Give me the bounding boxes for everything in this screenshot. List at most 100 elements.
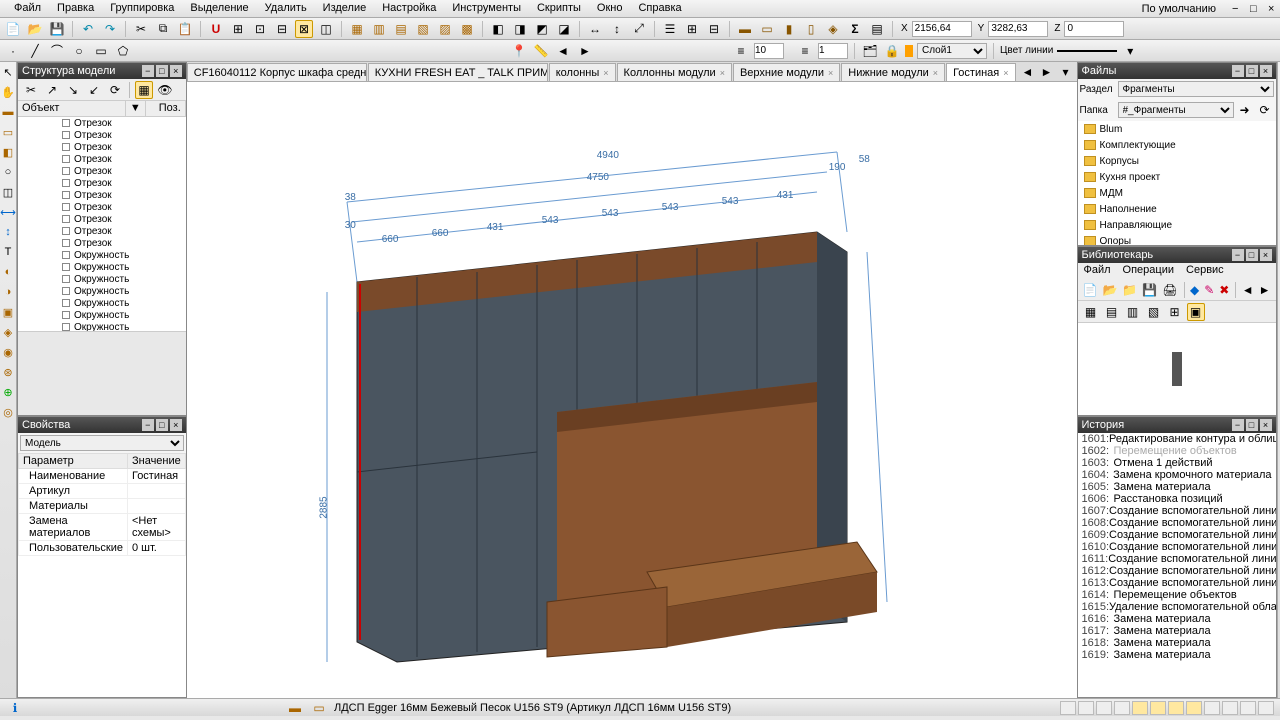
tree-item[interactable]: Отрезок [18,129,186,141]
tab-close-icon[interactable]: × [828,68,833,78]
mat3-icon[interactable]: ▮ [780,20,798,38]
menu-window[interactable]: Окно [589,0,631,17]
hw8-icon[interactable]: ◎ [0,404,16,420]
snap4-icon[interactable]: ⊠ [295,20,313,38]
history-item[interactable]: 1619:Замена материала [1078,649,1276,661]
file-folder[interactable]: Кухня проект [1078,169,1276,185]
sb8-icon[interactable] [1186,701,1202,715]
arc-icon[interactable]: ⌒ [48,42,66,60]
files-go-icon[interactable]: ➜ [1236,101,1254,119]
file-folder[interactable]: Направляющие [1078,217,1276,233]
file-folder[interactable]: Наполнение [1078,201,1276,217]
linecount-input[interactable] [818,43,848,59]
lib-v2-icon[interactable]: ▤ [1103,303,1121,321]
sb2-icon[interactable] [1078,701,1094,715]
open-icon[interactable]: 📂 [26,20,44,38]
snap5-icon[interactable]: ◫ [317,20,335,38]
coord-x-input[interactable] [912,21,972,37]
history-list[interactable]: 1601:Редактирование контура и облицовки … [1078,433,1276,697]
document-tab[interactable]: CF16040112 Корпус шкафа среднего 1600× [187,63,367,81]
hw1-icon[interactable]: ◐ [0,264,16,280]
history-item[interactable]: 1603:Отмена 1 действий [1078,457,1276,469]
menu-tools[interactable]: Инструменты [444,0,529,17]
history-item[interactable]: 1615:Удаление вспомогательной области [1078,601,1276,613]
history-item[interactable]: 1614:Перемещение объектов [1078,589,1276,601]
tree-item[interactable]: Окружность [18,321,186,331]
menu-product[interactable]: Изделие [315,0,375,17]
props-model-select[interactable]: Модель [20,435,184,451]
tree-item[interactable]: Отрезок [18,201,186,213]
obj4-icon[interactable]: ◪ [555,20,573,38]
tree-item[interactable]: Окружность [18,249,186,261]
property-row[interactable]: Замена материалов<Нет схемы> [19,514,186,541]
sb11-icon[interactable] [1240,701,1256,715]
lib-add-icon[interactable]: 📁 [1121,281,1138,299]
copy-icon[interactable]: ⧉ [154,20,172,38]
layer-select[interactable]: Слой1 [917,43,987,59]
history-item[interactable]: 1608:Создание вспомогательной линии [1078,517,1276,529]
tree-col-pos[interactable]: Поз. [146,101,186,116]
lib-v6-icon[interactable]: ▣ [1187,303,1205,321]
property-row[interactable]: Пользовательские0 шт. [19,541,186,556]
undo-icon[interactable]: ↶ [79,20,97,38]
tree-item[interactable]: Отрезок [18,165,186,177]
mat5-icon[interactable]: ◈ [824,20,842,38]
box-icon[interactable]: ◧ [0,144,16,160]
lineweight-input[interactable] [754,43,784,59]
sb7-icon[interactable] [1168,701,1184,715]
sb9-icon[interactable] [1204,701,1220,715]
history-item[interactable]: 1610:Создание вспомогательной линии [1078,541,1276,553]
lib-v1-icon[interactable]: ▦ [1082,303,1100,321]
mat4-icon[interactable]: ▯ [802,20,820,38]
view3-icon[interactable]: ▤ [392,20,410,38]
snap3-icon[interactable]: ⊟ [273,20,291,38]
tree-item[interactable]: Окружность [18,297,186,309]
files-refresh-icon[interactable]: ⟳ [1256,101,1274,119]
obj3-icon[interactable]: ◩ [533,20,551,38]
struct-t3-icon[interactable]: ↘ [64,81,82,99]
history-item[interactable]: 1606:Расстановка позиций [1078,493,1276,505]
lib-c3-icon[interactable]: ✖ [1218,281,1230,299]
tree-item[interactable]: Окружность [18,285,186,297]
lib-menu-ops[interactable]: Операции [1117,263,1180,279]
sb4-icon[interactable] [1114,701,1130,715]
line-icon[interactable]: ╱ [26,42,44,60]
lib-open-icon[interactable]: 📂 [1101,281,1118,299]
point-icon[interactable]: · [4,42,22,60]
lib-menu-file[interactable]: Файл [1078,263,1117,279]
tree-item[interactable]: Окружность [18,261,186,273]
file-folder[interactable]: Опоры [1078,233,1276,245]
files-section-select[interactable]: Фрагменты [1118,81,1274,97]
tree-item[interactable]: Окружность [18,309,186,321]
back-icon[interactable]: ◄ [554,42,572,60]
struct-t7-icon[interactable]: 👁 [156,81,174,99]
menu-help[interactable]: Справка [630,0,689,17]
cut-icon[interactable]: ✂ [132,20,150,38]
grp2-icon[interactable]: ⊞ [683,20,701,38]
fwd-icon[interactable]: ► [576,42,594,60]
save-icon[interactable]: 💾 [48,20,66,38]
history-item[interactable]: 1602:Перемещение объектов [1078,445,1276,457]
lib-new-icon[interactable]: 📄 [1082,281,1099,299]
part-icon[interactable]: ▬ [0,104,16,120]
pan-icon[interactable]: ✋ [0,84,16,100]
menu-scripts[interactable]: Скрипты [529,0,589,17]
lib-v3-icon[interactable]: ▥ [1124,303,1142,321]
dim3-icon[interactable]: ⤢ [630,20,648,38]
grp3-icon[interactable]: ⊟ [705,20,723,38]
maximize-icon[interactable]: □ [1242,1,1258,17]
grp1-icon[interactable]: ☰ [661,20,679,38]
property-row[interactable]: Материалы [19,499,186,514]
tab-close-icon[interactable]: × [603,68,608,78]
history-item[interactable]: 1607:Создание вспомогательной линии [1078,505,1276,517]
redo-icon[interactable]: ↷ [101,20,119,38]
struct-t4-icon[interactable]: ↙ [85,81,103,99]
dim-tool-icon[interactable]: ⟷ [0,204,16,220]
lib-n1-icon[interactable]: ◄ [1241,281,1255,299]
lib-v5-icon[interactable]: ⊞ [1166,303,1184,321]
tab-close-icon[interactable]: × [933,68,938,78]
paste-icon[interactable]: 📋 [176,20,194,38]
sb3-icon[interactable] [1096,701,1112,715]
tree-item[interactable]: Отрезок [18,117,186,129]
tab-prev-icon[interactable]: ◄ [1019,63,1037,81]
